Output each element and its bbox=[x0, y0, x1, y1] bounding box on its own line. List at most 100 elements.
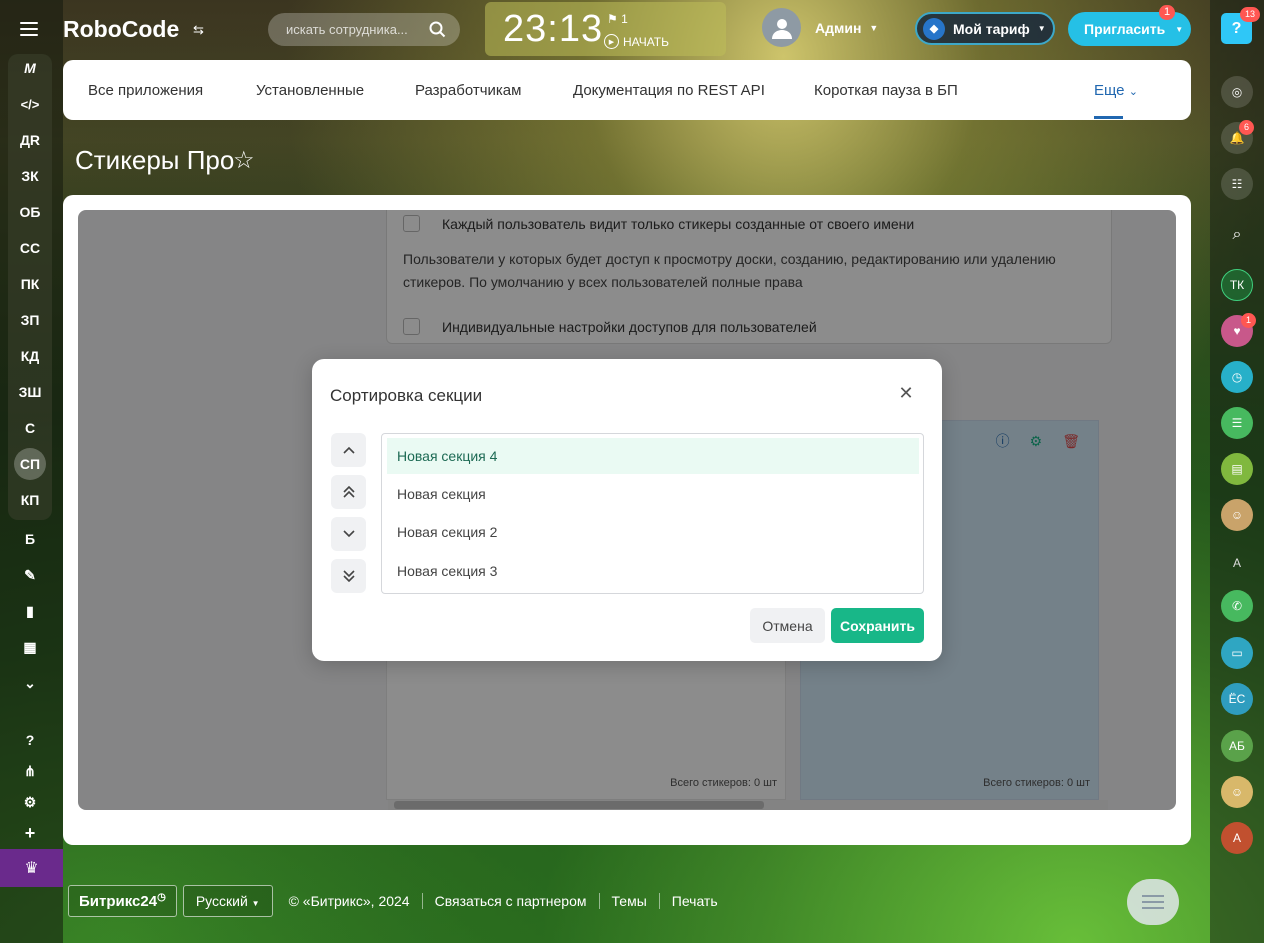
chat-widget-button[interactable] bbox=[1127, 879, 1179, 925]
crown-icon[interactable]: ♛ bbox=[0, 849, 63, 887]
clock-time: 23:13 bbox=[503, 8, 604, 50]
help-button[interactable]: ? 13 bbox=[1221, 7, 1261, 44]
left-menu-item[interactable]: ЗП bbox=[14, 304, 46, 336]
left-menu-item[interactable]: ПК bbox=[14, 268, 46, 300]
chat-list-icon[interactable]: ☰ bbox=[1221, 407, 1253, 439]
tab-more[interactable]: Еще ⌄ bbox=[1094, 82, 1138, 99]
left-menu-item-active[interactable]: СП bbox=[14, 448, 46, 480]
copyright: © «Битрикс», 2024 bbox=[289, 893, 423, 909]
tab-developers[interactable]: Разработчикам bbox=[415, 82, 521, 99]
app-logo[interactable]: RoboCode bbox=[63, 16, 179, 43]
left-menu-item[interactable]: СС bbox=[14, 232, 46, 264]
sections-listbox[interactable]: Новая секция 4 Новая секция Новая секция… bbox=[381, 433, 924, 594]
contact-avatar[interactable]: АБ bbox=[1221, 730, 1253, 762]
group-badge: 1 bbox=[1241, 313, 1257, 328]
settings-gear-icon[interactable]: ⚙ bbox=[14, 786, 46, 818]
video-icon[interactable]: ▭ bbox=[1221, 637, 1253, 669]
tarif-label: Мой тариф bbox=[953, 20, 1030, 37]
section-list-item[interactable]: Новая секция 2 bbox=[387, 514, 919, 550]
clock-start-button[interactable]: ▶ НАЧАТЬ bbox=[604, 34, 669, 49]
user-avatar-icon[interactable] bbox=[762, 8, 801, 47]
footer-logo-text: Битрикс24 bbox=[79, 893, 158, 910]
invite-label: Пригласить bbox=[1084, 21, 1166, 37]
left-menu-item[interactable]: КД bbox=[14, 340, 46, 372]
move-up-button[interactable] bbox=[331, 433, 366, 467]
contact-avatar[interactable]: А bbox=[1221, 547, 1253, 579]
move-down-button[interactable] bbox=[331, 517, 366, 551]
contact-avatar[interactable]: А bbox=[1221, 822, 1253, 854]
save-button[interactable]: Сохранить bbox=[831, 608, 924, 643]
notifications-bell-icon[interactable]: 🔔 6 bbox=[1221, 120, 1255, 154]
tab-bp-pause[interactable]: Короткая пауза в БП bbox=[814, 82, 958, 99]
user-menu[interactable]: Админ ▼ bbox=[762, 8, 878, 47]
contact-clock-icon[interactable]: ◷ bbox=[1221, 361, 1253, 393]
help-badge: 13 bbox=[1240, 7, 1261, 22]
tab-installed[interactable]: Установленные bbox=[256, 82, 364, 99]
chevron-down-icon[interactable]: ▼ bbox=[869, 23, 878, 33]
move-top-button[interactable] bbox=[331, 475, 366, 509]
user-photo-avatar[interactable]: ☺ bbox=[1221, 776, 1253, 808]
bitrix-logo[interactable]: Битрикс24◷ bbox=[68, 885, 177, 917]
chevron-down-icon: ▼ bbox=[251, 899, 260, 908]
section-list-item[interactable]: Новая секция 3 bbox=[387, 553, 919, 589]
add-icon[interactable]: + bbox=[14, 817, 46, 849]
chat-search-icon[interactable]: ☷ bbox=[1221, 168, 1253, 200]
search-input[interactable] bbox=[286, 22, 426, 37]
invite-button[interactable]: Пригласить ▼ 1 bbox=[1068, 5, 1191, 46]
footer-link-print[interactable]: Печать bbox=[672, 893, 730, 909]
language-select[interactable]: Русский ▼ bbox=[182, 885, 273, 917]
chevron-down-icon: ▼ bbox=[1175, 24, 1184, 34]
search-icon[interactable] bbox=[429, 21, 446, 38]
close-icon[interactable]: ✕ bbox=[896, 383, 916, 403]
phone-icon[interactable]: ✆ bbox=[1221, 590, 1253, 622]
left-menu-item[interactable]: ЗШ bbox=[14, 376, 46, 408]
play-icon: ▶ bbox=[604, 34, 619, 49]
menu-burger-icon[interactable] bbox=[20, 22, 38, 36]
left-menu-item[interactable]: ОБ bbox=[14, 196, 46, 228]
list-icon bbox=[1142, 895, 1164, 909]
tab-all-apps[interactable]: Все приложения bbox=[88, 82, 203, 99]
tab-rest-docs[interactable]: Документация по REST API bbox=[573, 82, 765, 99]
contact-avatar[interactable]: ТК bbox=[1221, 269, 1253, 301]
logo-settings-icon[interactable]: ⇆ bbox=[193, 22, 204, 38]
doc-icon[interactable]: ▤ bbox=[1221, 453, 1253, 485]
work-clock[interactable]: 23:13 ⚑ 1 ▶ НАЧАТЬ bbox=[485, 2, 726, 56]
activity-icon[interactable]: ◎ bbox=[1221, 76, 1253, 108]
tarif-button[interactable]: ◆ Мой тариф ▼ bbox=[915, 12, 1055, 45]
left-menu-item[interactable]: ДR bbox=[14, 124, 46, 156]
tasks-edit-icon[interactable]: ✎ bbox=[14, 559, 46, 591]
footer-link-themes[interactable]: Темы bbox=[612, 893, 660, 909]
left-menu-item[interactable]: КП bbox=[14, 484, 46, 516]
left-sidebar: M </> ДR ЗК ОБ СС ПК ЗП КД ЗШ С СП КП Б … bbox=[0, 0, 63, 943]
clock-icon: ◷ bbox=[157, 892, 166, 903]
sitemap-icon[interactable]: ⋔ bbox=[14, 755, 46, 787]
search-box[interactable] bbox=[268, 13, 460, 46]
group-avatar-icon[interactable]: ♥ 1 bbox=[1221, 313, 1257, 347]
left-m-icon[interactable]: M bbox=[14, 52, 46, 84]
sort-sections-dialog: Сортировка секции ✕ Новая секция 4 Новая… bbox=[312, 359, 942, 661]
move-bottom-button[interactable] bbox=[331, 559, 366, 593]
favorite-star-icon[interactable]: ☆ bbox=[233, 146, 255, 175]
clock-flag-count: 1 bbox=[621, 12, 628, 26]
section-list-item-selected[interactable]: Новая секция 4 bbox=[387, 438, 919, 474]
left-code-icon[interactable]: </> bbox=[14, 88, 46, 120]
cancel-button[interactable]: Отмена bbox=[750, 608, 825, 643]
stats-icon[interactable]: ▮ bbox=[14, 595, 46, 627]
section-list-item[interactable]: Новая секция bbox=[387, 476, 919, 512]
expand-icon[interactable]: ⌄ bbox=[14, 667, 46, 699]
left-menu-item[interactable]: ЗК bbox=[14, 160, 46, 192]
user-photo-avatar[interactable]: ☺ bbox=[1221, 499, 1253, 531]
calendar-icon[interactable]: ▦ bbox=[14, 631, 46, 663]
contact-avatar[interactable]: ЁС bbox=[1221, 683, 1253, 715]
double-chevron-up-icon bbox=[342, 486, 355, 498]
left-menu-item[interactable]: С bbox=[14, 412, 46, 444]
left-menu-item[interactable]: Б bbox=[14, 523, 46, 555]
search-icon[interactable]: ⌕ bbox=[1221, 219, 1253, 251]
flag-icon: ⚑ bbox=[607, 12, 618, 26]
help-icon[interactable]: ? bbox=[14, 724, 46, 756]
chevron-down-icon: ⌄ bbox=[1128, 86, 1138, 98]
user-name[interactable]: Админ bbox=[815, 20, 861, 36]
footer-link-partner[interactable]: Связаться с партнером bbox=[435, 893, 600, 909]
double-chevron-down-icon bbox=[342, 570, 355, 582]
language-label: Русский bbox=[195, 893, 248, 909]
